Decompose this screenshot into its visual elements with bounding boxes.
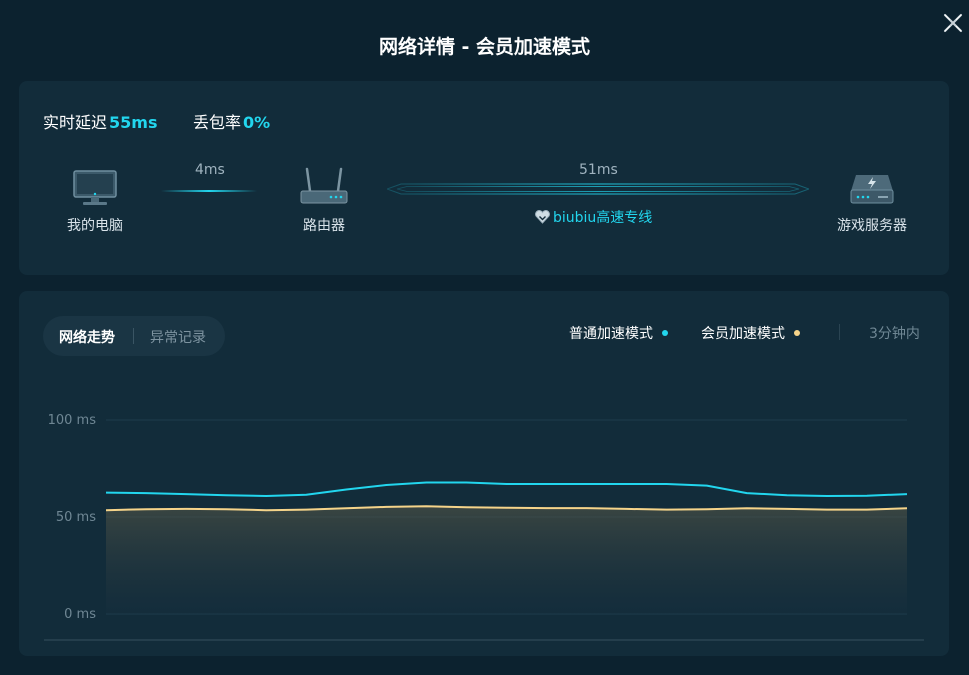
hop1-line bbox=[161, 190, 257, 192]
my-computer-label: 我的电脑 bbox=[67, 218, 123, 234]
packet-loss-value: 0% bbox=[243, 113, 271, 132]
packet-loss-stat: 丢包率 0% bbox=[193, 109, 270, 133]
legend-normal-mode: 普通加速模式 bbox=[569, 323, 668, 343]
time-range-label: 3分钟内 bbox=[869, 326, 920, 342]
node-game-server: 游戏服务器 bbox=[827, 169, 917, 235]
router-label: 路由器 bbox=[303, 218, 345, 234]
router-icon bbox=[300, 167, 348, 204]
tab-network-trend[interactable]: 网络走势 bbox=[59, 327, 115, 347]
latency-label: 实时延迟 bbox=[43, 113, 108, 132]
hop1-latency: 4ms bbox=[195, 162, 225, 178]
legend-member-dot bbox=[794, 330, 800, 336]
latency-stat: 实时延迟 55ms bbox=[43, 109, 157, 133]
dialog-title: 网络详情 - 会员加速模式 bbox=[378, 36, 591, 58]
legend-member-label: 会员加速模式 bbox=[701, 326, 785, 342]
legend-normal-dot bbox=[662, 330, 668, 336]
legend-normal-label: 普通加速模式 bbox=[569, 326, 653, 342]
hop2-latency: 51ms bbox=[579, 162, 618, 178]
latency-value: 55ms bbox=[109, 113, 158, 132]
legend-separator bbox=[839, 324, 840, 340]
y-tick-label: 100 ms bbox=[48, 413, 97, 428]
legend-member-mode: 会员加速模式 bbox=[701, 323, 800, 343]
member-series-area bbox=[106, 506, 907, 614]
y-tick-label: 50 ms bbox=[56, 510, 96, 525]
network-path-card: 实时延迟 55ms 丢包率 0% 我的电脑 4ms 路由器 51ms biubi… bbox=[19, 81, 949, 275]
network-trend-card: 100 ms 50 ms 0 ms 网络走势 异常记录 普通加速模式 会员加速模式 … bbox=[19, 291, 949, 656]
series-line-normal bbox=[105, 481, 908, 497]
view-toggle: 网络走势 异常记录 bbox=[43, 316, 225, 356]
node-my-computer: 我的电脑 bbox=[55, 169, 135, 235]
close-icon[interactable] bbox=[942, 12, 964, 34]
hop2-line bbox=[387, 183, 809, 195]
tab-abnormal-records[interactable]: 异常记录 bbox=[150, 327, 206, 347]
node-router: 路由器 bbox=[284, 167, 364, 235]
tab-separator bbox=[133, 328, 134, 344]
monitor-icon bbox=[73, 170, 117, 205]
game-server-label: 游戏服务器 bbox=[837, 218, 907, 234]
dedicated-line-badge: biubiu高速专线 bbox=[535, 207, 652, 227]
packet-loss-label: 丢包率 bbox=[193, 113, 242, 132]
dedicated-line-label: biubiu高速专线 bbox=[553, 210, 653, 226]
server-icon bbox=[850, 175, 894, 204]
y-tick-label: 0 ms bbox=[64, 607, 96, 622]
heart-shield-icon bbox=[535, 210, 550, 224]
